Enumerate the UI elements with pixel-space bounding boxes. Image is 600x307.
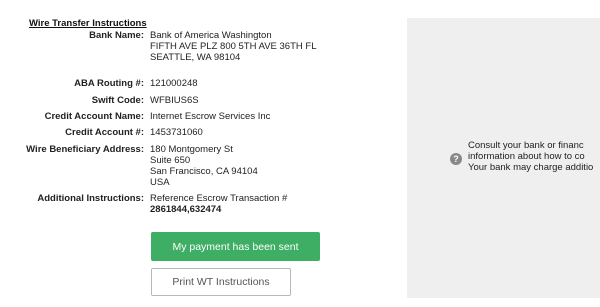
question-icon: ? [450,153,462,165]
swift-code-value: WFBIUS6S [150,95,199,106]
bank-name-value: Bank of America Washington FIFTH AVE PLZ… [150,30,317,63]
beneficiary-address-value: 180 Montgomery St Suite 650 San Francisc… [150,144,258,188]
swift-code-label: Swift Code: [91,95,144,106]
aba-routing-value: 121000248 [150,78,198,89]
wire-instructions-section: Wire Transfer Instructions Bank Name: Ba… [0,0,400,307]
credit-account-name-value: Internet Escrow Services Inc [150,111,271,122]
help-panel: ? Consult your bank or financ informatio… [407,18,600,298]
aba-routing-label: ABA Routing #: [74,78,144,89]
credit-account-name-label: Credit Account Name: [44,111,144,122]
beneficiary-address-label: Wire Beneficiary Address: [26,144,144,155]
credit-account-number-label: Credit Account #: [65,127,144,138]
bank-name-label: Bank Name: [89,30,144,41]
print-wt-instructions-button[interactable]: Print WT Instructions [151,268,291,296]
section-heading: Wire Transfer Instructions [29,18,147,29]
help-text: Consult your bank or financ information … [468,140,594,173]
additional-instructions-value: Reference Escrow Transaction # 2861844,6… [150,193,288,215]
payment-sent-button[interactable]: My payment has been sent [151,232,320,261]
additional-instructions-label: Additional Instructions: [37,193,144,204]
credit-account-number-value: 1453731060 [150,127,203,138]
